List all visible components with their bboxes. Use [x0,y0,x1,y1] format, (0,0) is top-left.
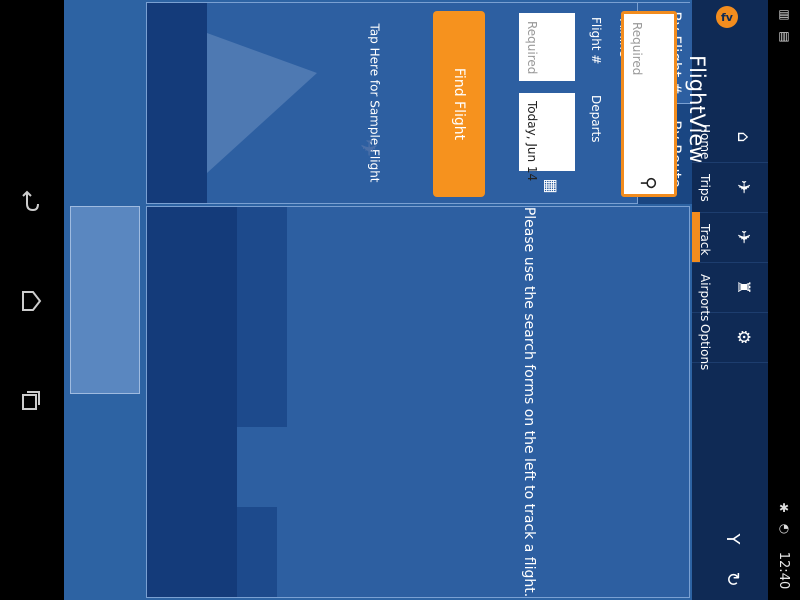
sidebar: fv FlightView ⌂ Home ✈ Trips ✈ Track ♜ A… [685,0,768,600]
sidebar-item-label: Home [698,124,712,160]
clock-text: 12:40 [776,551,792,589]
gears-icon: ⚙ [733,329,753,345]
sample-flight-link[interactable]: Tap Here for Sample Flight [345,3,405,203]
notification-icon: ▤ [778,7,790,21]
recent-apps-icon[interactable] [14,384,48,418]
control-tower-icon: ♜ [733,279,753,295]
calendar-icon[interactable]: ▦ [539,173,565,199]
logo: fv FlightView [685,0,768,163]
system-nav-bar [0,0,64,600]
airline-placeholder: Required [630,22,644,76]
sidebar-item-label: Track [698,224,712,256]
refresh-icon[interactable]: ↻ [720,566,746,592]
flight-number-label: Flight # [589,17,603,65]
plane-icon: ✈ [733,229,753,245]
departs-date-field[interactable]: Today, Jun 14 [519,93,575,181]
app-window: By Flight # By Route Airline Required ⚲ … [64,0,768,600]
flight-number-input[interactable]: Required [519,13,575,81]
city-skyline-back [237,207,287,427]
home-nav-icon[interactable] [14,284,48,318]
results-message: Please use the search forms on the left … [499,207,559,597]
wifi-icon: ◔ [778,521,790,535]
results-panel: Please use the search forms on the left … [146,206,690,598]
flight-number-placeholder: Required [525,21,539,75]
plane-icon: ✈ [355,138,381,158]
search-panel: By Flight # By Route Airline Required ⚲ … [146,2,714,204]
airline-input[interactable]: Required ⚲ [621,11,677,197]
spotlight-beam [207,33,317,173]
departs-date-value: Today, Jun 14 [525,101,539,182]
home-icon: ⌂ [733,131,753,143]
departs-label: Departs [589,95,603,143]
luggage-plane-icon: ✈ [733,179,753,195]
status-bar: ▤ ▥ ✱ ◔ 12:40 [768,0,800,600]
sidebar-item-track[interactable]: ✈ Track [692,212,768,263]
logo-mark-icon: fv [716,6,738,28]
back-icon[interactable] [14,184,48,218]
sidebar-item-trips[interactable]: ✈ Trips [692,162,768,213]
bluetooth-icon: ✱ [778,501,790,515]
city-skyline-back-2 [237,507,277,597]
results-message-text: Please use the search forms on the left … [521,206,537,598]
sidebar-item-label: Trips [698,174,712,202]
find-flight-label: Find Flight [451,67,467,141]
sidebar-item-options[interactable]: ⚙ Options [692,312,768,370]
antenna-icon[interactable]: Y [720,526,746,552]
find-flight-button[interactable]: Find Flight [433,11,485,197]
sidebar-item-label: Options [698,324,712,371]
active-tab-indicator [692,212,700,262]
sidebar-item-airports[interactable]: ♜ Airports [692,262,768,321]
sidebar-item-home[interactable]: ⌂ Home [692,112,768,163]
city-skyline [147,207,237,597]
city-skyline [147,3,207,203]
ad-placeholder [70,206,140,394]
notification-icon-2: ▥ [778,29,790,43]
search-icon[interactable]: ⚲ [638,172,660,194]
clock: 12:40 [768,540,800,600]
